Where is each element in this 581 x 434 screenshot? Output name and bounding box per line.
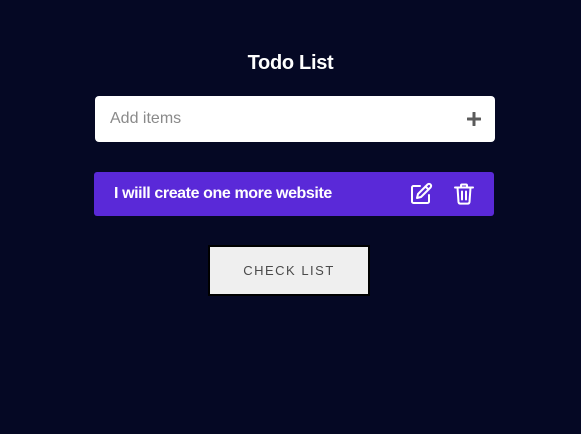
edit-item-button[interactable] xyxy=(409,182,433,206)
add-item-field xyxy=(95,96,495,142)
check-list-button[interactable]: CHECK LIST xyxy=(208,245,370,296)
add-item-input[interactable] xyxy=(95,96,445,142)
add-item-button[interactable] xyxy=(463,108,485,130)
todo-app: Todo List I wiill create one more websit… xyxy=(0,0,581,434)
edit-icon xyxy=(411,182,433,204)
delete-item-button[interactable] xyxy=(452,182,476,206)
trash-icon xyxy=(454,183,474,205)
page-title: Todo List xyxy=(247,52,334,74)
todo-item-text: I wiill create one more website xyxy=(114,185,332,202)
plus-icon xyxy=(467,112,481,126)
todo-list-item: I wiill create one more website xyxy=(94,172,494,216)
